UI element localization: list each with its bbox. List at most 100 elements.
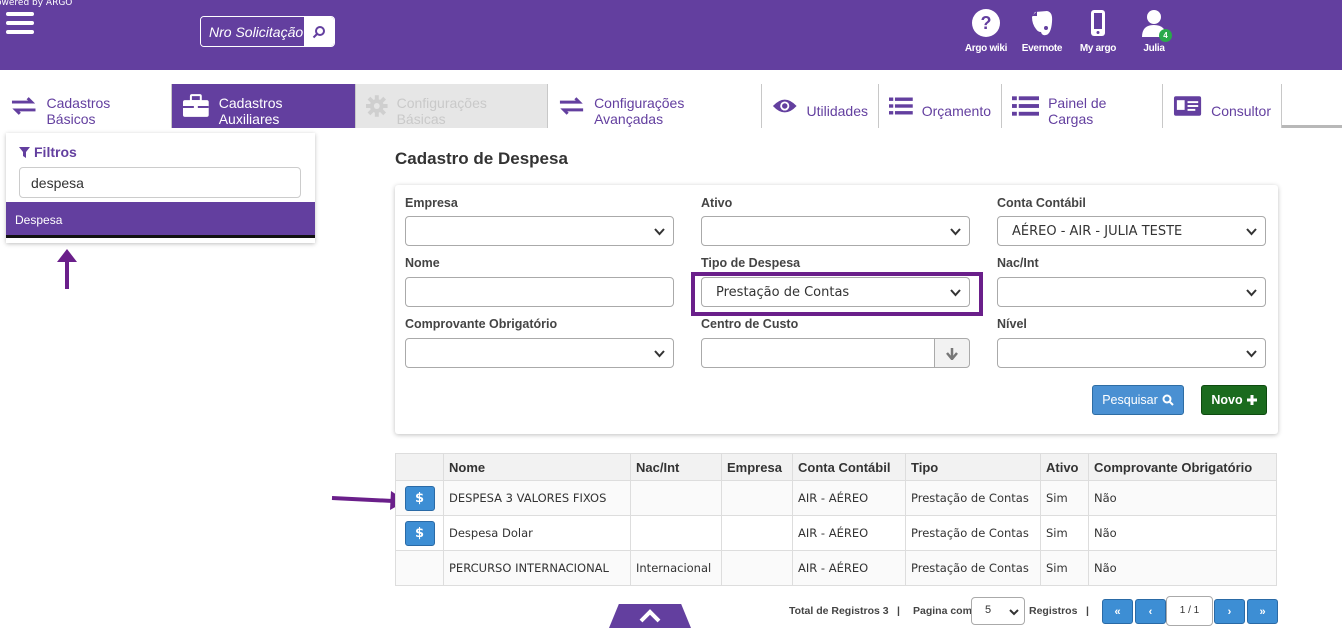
main-tabs: Cadastros Básicos Cadastros Auxiliares C… [0,84,1342,128]
page-size-value: 5 [985,604,992,616]
novo-button[interactable]: Novo [1201,385,1267,415]
centro-custo-input[interactable] [701,338,935,368]
menu-filter-input[interactable] [19,167,301,198]
page-size-select[interactable]: 5 [971,597,1025,625]
table-cell-comprovante: Não [1088,515,1277,551]
pager-separator: | [897,605,900,617]
table-header-tipo[interactable]: Tipo [905,453,1041,481]
tab-consultor[interactable]: Consultor [1163,84,1282,128]
top-navbar: owered by ARGO ? Argo wiki Evernote My a… [0,0,1342,70]
chevron-down-icon [950,228,961,236]
table-cell-empresa [721,480,793,516]
tab-utilidades[interactable]: Utilidades [762,84,879,128]
hamburger-menu-icon[interactable] [6,12,34,36]
total-registros-label: Total de Registros 3 [789,605,889,617]
table-cell-empresa [721,550,793,586]
nivel-label: Nível [997,317,1027,331]
pesquisar-label: Pesquisar [1102,393,1158,407]
tab-cadastros-auxiliares[interactable]: Cadastros Auxiliares [172,84,356,128]
table-cell-action [395,550,444,586]
pager-separator: | [1086,605,1089,617]
powered-by-label: owered by ARGO [0,0,73,8]
nivel-select[interactable] [997,338,1266,368]
table-cell-empresa [721,515,793,551]
table-header-nac-int[interactable]: Nac/Int [630,453,722,481]
despesa-dollar-button[interactable]: $ [404,485,435,511]
filter-icon [19,146,30,158]
user-menu[interactable]: 4 Julia [1126,8,1182,54]
empresa-select[interactable] [405,216,674,246]
conta-contabil-label: Conta Contábil [997,196,1086,210]
novo-label: Novo [1211,393,1243,407]
table-cell-action: $ [395,515,444,551]
chevron-down-icon [654,228,665,236]
chevron-down-icon [1246,350,1257,358]
ativo-select[interactable] [701,216,970,246]
pesquisar-button[interactable]: Pesquisar [1092,385,1184,415]
table-cell-nome: Despesa Dolar [443,515,631,551]
list-icon [1012,96,1040,116]
tab-label: Configurações Básicas [396,95,487,127]
table-header-row: Nome Nac/Int Empresa Conta Contábil Tipo… [395,453,1277,481]
gear-icon [366,95,388,117]
tipo-despesa-label: Tipo de Despesa [701,256,801,270]
empresa-label: Empresa [405,196,458,210]
chevron-down-icon [1009,609,1019,616]
table-cell-conta: AIR - AÉREO [792,480,906,516]
search-icon [312,25,325,38]
conta-contabil-select[interactable]: AÉREO - AIR - JULIA TESTE [997,216,1266,246]
question-circle-icon: ? [972,9,1000,37]
centro-custo-dropdown-button[interactable] [934,338,970,368]
exchange-icon [11,97,36,115]
table-cell-nome: PERCURSO INTERNACIONAL [443,550,631,586]
menu-result-despesa[interactable]: Despesa [6,202,315,238]
search-icon [1162,394,1174,406]
registros-label: Registros [1029,605,1078,617]
table-row: PERCURSO INTERNACIONAL Internacional AIR… [395,550,1277,586]
evernote-icon [1032,11,1053,36]
annotation-arrow-up-icon [57,249,77,289]
tab-configuracoes-basicas[interactable]: Configurações Básicas [356,84,548,128]
results-table: Nome Nac/Int Empresa Conta Contábil Tipo… [395,453,1277,586]
annotation-highlight-box [691,272,983,316]
evernote-label: Evernote [1021,43,1063,54]
tab-configuracoes-avancadas[interactable]: Configurações Avançadas [548,84,762,128]
argo-wiki-link[interactable]: ? Argo wiki [958,8,1014,54]
table-header-empresa[interactable]: Empresa [721,453,793,481]
nac-int-select[interactable] [997,277,1266,307]
table-header-conta-contabil[interactable]: Conta Contábil [792,453,906,481]
chevron-up-icon [639,609,661,623]
evernote-link[interactable]: Evernote [1014,8,1070,54]
my-argo-link[interactable]: My argo [1070,8,1126,54]
last-page-button[interactable]: » [1247,599,1278,624]
tab-orcamento[interactable]: Orçamento [879,84,1002,128]
table-header-comprovante[interactable]: Comprovante Obrigatório [1088,453,1277,481]
comprovante-select[interactable] [405,338,674,368]
tab-label: Painel de Cargas [1048,95,1107,127]
table-row: $ Despesa Dolar AIR - AÉREO Prestação de… [395,515,1277,551]
tab-label: Configurações Avançadas [594,95,685,127]
briefcase-icon [182,94,209,117]
tab-label: Orçamento [921,103,991,119]
top-icons: ? Argo wiki Evernote My argo 4 Julia [958,8,1182,54]
table-header-ativo[interactable]: Ativo [1040,453,1089,481]
table-header-nome[interactable]: Nome [443,453,631,481]
id-card-icon [1173,96,1202,116]
tab-cadastros-basicos[interactable]: Cadastros Básicos [0,84,172,128]
tab-label: Cadastros Básicos [46,95,111,127]
first-page-button[interactable]: « [1102,599,1133,624]
scroll-to-top-button[interactable] [609,604,691,628]
prev-page-button[interactable]: ‹ [1135,599,1166,624]
next-page-button[interactable]: › [1214,599,1245,624]
solicitation-search-input[interactable] [201,17,304,46]
chevron-down-icon [1246,228,1257,236]
table-cell-tipo: Prestação de Contas [905,515,1041,551]
tab-painel-de-cargas[interactable]: Painel de Cargas [1002,84,1163,128]
mobile-phone-icon [1091,10,1105,36]
search-button[interactable] [304,17,334,46]
user-name-label: Julia [1143,43,1165,54]
table-cell-nome: DESPESA 3 VALORES FIXOS [443,480,631,516]
nome-input[interactable] [405,277,674,307]
despesa-dollar-button[interactable]: $ [404,520,435,546]
table-cell-ativo: Sim [1040,480,1089,516]
